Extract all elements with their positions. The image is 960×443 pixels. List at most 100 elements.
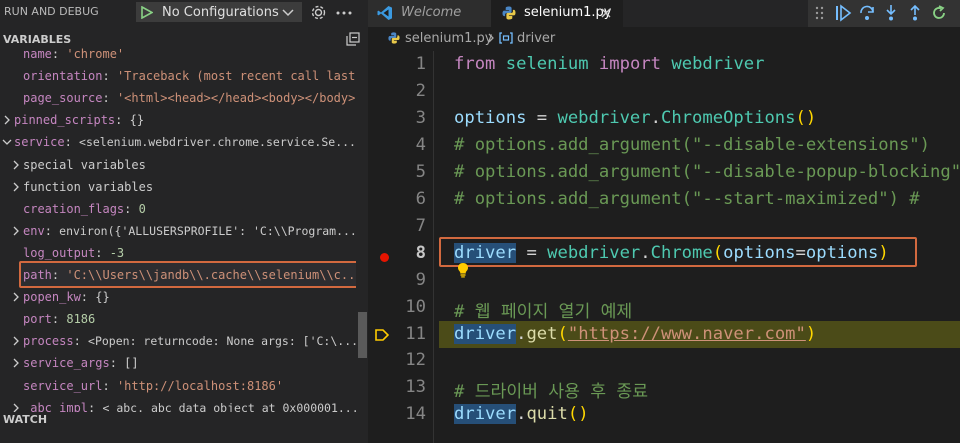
variable-value: {} — [95, 290, 110, 305]
variable-text: process: <Popen: returncode: None args: … — [23, 334, 356, 348]
variable-text: name: 'chrome' — [23, 47, 125, 61]
chevron-right-icon[interactable] — [10, 290, 22, 304]
variable-row[interactable]: special variables — [0, 154, 356, 176]
variable-row[interactable]: port: 8186 — [0, 308, 356, 330]
chevron-right-icon[interactable] — [1, 113, 13, 127]
play-icon[interactable] — [141, 6, 153, 19]
variable-value: environ({'ALLUSERSPROFILE': 'C:\\Program… — [59, 223, 356, 238]
variable-value: 0 — [138, 201, 146, 216]
code-line[interactable]: 11 driver.get("https://www.naver.com") — [368, 321, 960, 348]
code-line[interactable]: 12 — [368, 347, 960, 374]
step-out-icon[interactable] — [906, 4, 924, 22]
tab-welcome[interactable]: Welcome — [368, 0, 491, 27]
run-and-debug-title: RUN AND DEBUG — [4, 5, 99, 18]
variable-row[interactable]: popen_kw: {} — [0, 286, 356, 308]
variable-row[interactable]: log_output: -3 — [0, 242, 356, 264]
variable-row[interactable]: _abc_impl: <_abc._abc_data object at 0x0… — [0, 397, 356, 412]
variable-value: '<html><head></head><body></body>... — [116, 91, 356, 106]
variable-text: port: 8186 — [23, 312, 96, 327]
variable-text: creation_flags: 0 — [23, 201, 146, 216]
code-line[interactable]: 10 # 웹 페이지 열기 예제 — [368, 294, 960, 322]
code-token: webdriver — [671, 54, 765, 74]
breadcrumb-symbol[interactable]: driver — [517, 31, 555, 46]
variable-row[interactable]: service: <selenium.webdriver.chrome.serv… — [0, 131, 356, 153]
variable-row[interactable]: function variables — [0, 176, 356, 198]
code-line[interactable]: 7 — [368, 213, 960, 240]
variable-row[interactable]: env: environ({'ALLUSERSPROFILE': 'C:\\Pr… — [0, 220, 356, 242]
chevron-right-icon[interactable] — [10, 158, 22, 172]
line-number: 10 — [405, 296, 426, 317]
code-token: "https://www.naver.com" — [567, 323, 806, 344]
watch-section-header[interactable]: WATCH — [3, 413, 47, 426]
code-token: options — [454, 107, 527, 128]
code-line[interactable]: 13 # 드라이버 사용 후 종료 — [368, 374, 960, 402]
variable-value: <_abc._abc_data object at 0x000001... — [102, 400, 356, 412]
variable-name: orientation — [23, 69, 103, 84]
code-token: driver — [454, 404, 517, 425]
variable-row[interactable]: process: <Popen: returncode: None args: … — [0, 330, 356, 352]
variable-row[interactable]: creation_flags: 0 — [0, 198, 356, 220]
variable-row[interactable]: page_source: '<html><head></head><body><… — [0, 87, 356, 109]
line-number: 8 — [415, 242, 426, 263]
breakpoint-icon[interactable] — [380, 253, 389, 262]
variable-row[interactable]: service_args: [] — [0, 352, 356, 374]
chevron-down-icon[interactable] — [1, 135, 13, 149]
restart-icon[interactable] — [930, 4, 948, 22]
code-line[interactable]: 4 # options.add_argument("--disable-exten… — [368, 132, 960, 159]
variable-row[interactable]: service_url: 'http://localhost:8186' — [0, 375, 356, 397]
line-number: 9 — [415, 269, 426, 290]
variable-name: pinned_scripts — [14, 113, 116, 128]
code-token: webdriver — [557, 107, 651, 128]
variables-scrollbar[interactable] — [358, 312, 367, 358]
variable-text: env: environ({'ALLUSERSPROFILE': 'C:\\Pr… — [23, 223, 356, 238]
debug-toolbar — [808, 0, 960, 27]
editor-tab-bar: Welcome selenium1.py — [368, 0, 960, 27]
code-line[interactable]: 5 # options.add_argument("--disable-popup… — [368, 159, 960, 186]
configuration-dropdown[interactable]: No Configurations — [136, 2, 302, 22]
code-line[interactable]: 1 from selenium import webdriver — [368, 51, 960, 78]
line-number: 7 — [415, 215, 426, 236]
variable-text: log_output: -3 — [23, 245, 125, 260]
code-token: selenium — [505, 54, 589, 74]
chevron-right-icon[interactable] — [10, 356, 22, 370]
variable-row[interactable]: pinned_scripts: {} — [0, 109, 356, 131]
close-icon[interactable] — [598, 5, 614, 21]
continue-icon[interactable] — [834, 4, 852, 22]
chevron-right-icon[interactable] — [10, 224, 22, 238]
step-into-icon[interactable] — [882, 4, 900, 22]
run-and-debug-panel: RUN AND DEBUG No Configurations VARIABLE… — [0, 0, 368, 443]
lightbulb-icon[interactable] — [456, 262, 470, 278]
execution-pointer-icon — [375, 329, 389, 341]
code-token: driver — [454, 323, 517, 344]
variable-text: orientation: 'Traceback (most recent cal… — [23, 69, 356, 83]
code-line[interactable]: 2 — [368, 78, 960, 105]
code-token: . — [650, 107, 661, 128]
chevron-right-icon[interactable] — [10, 401, 22, 412]
tab-selenium1-py[interactable]: selenium1.py — [491, 0, 623, 27]
code-line[interactable]: 6 # options.add_argument("--start-maximiz… — [368, 186, 960, 213]
drag-handle-icon[interactable] — [811, 4, 829, 22]
breadcrumb-file[interactable]: selenium1.py — [405, 31, 492, 46]
chevron-right-icon[interactable] — [10, 334, 22, 348]
variable-row[interactable]: name: 'chrome' — [0, 44, 356, 65]
chevron-right-icon[interactable] — [10, 180, 22, 194]
variable-name: special variables — [23, 157, 146, 172]
line-number: 14 — [405, 404, 426, 425]
variable-row[interactable]: orientation: 'Traceback (most recent cal… — [0, 65, 356, 87]
more-actions-icon[interactable] — [335, 4, 353, 21]
variable-text: service_args: [] — [23, 356, 139, 371]
line-number: 11 — [405, 323, 426, 344]
code-area[interactable]: 1 from selenium import webdriver 2 3 options… — [368, 51, 960, 443]
variable-row[interactable]: path: 'C:\\Users\\jandb\\.cache\\seleniu… — [0, 264, 356, 286]
configuration-label: No Configurations — [162, 5, 279, 20]
code-text: driver.get("https://www.naver.com") — [454, 323, 816, 344]
code-line[interactable]: 14 driver.quit() — [368, 401, 960, 428]
gear-icon[interactable] — [310, 4, 327, 21]
code-line[interactable]: 3 options = webdriver.ChromeOptions() — [368, 105, 960, 132]
line-number: 12 — [405, 350, 426, 371]
step-over-icon[interactable] — [858, 4, 876, 22]
code-text: # 웹 페이지 열기 예제 — [454, 297, 632, 322]
